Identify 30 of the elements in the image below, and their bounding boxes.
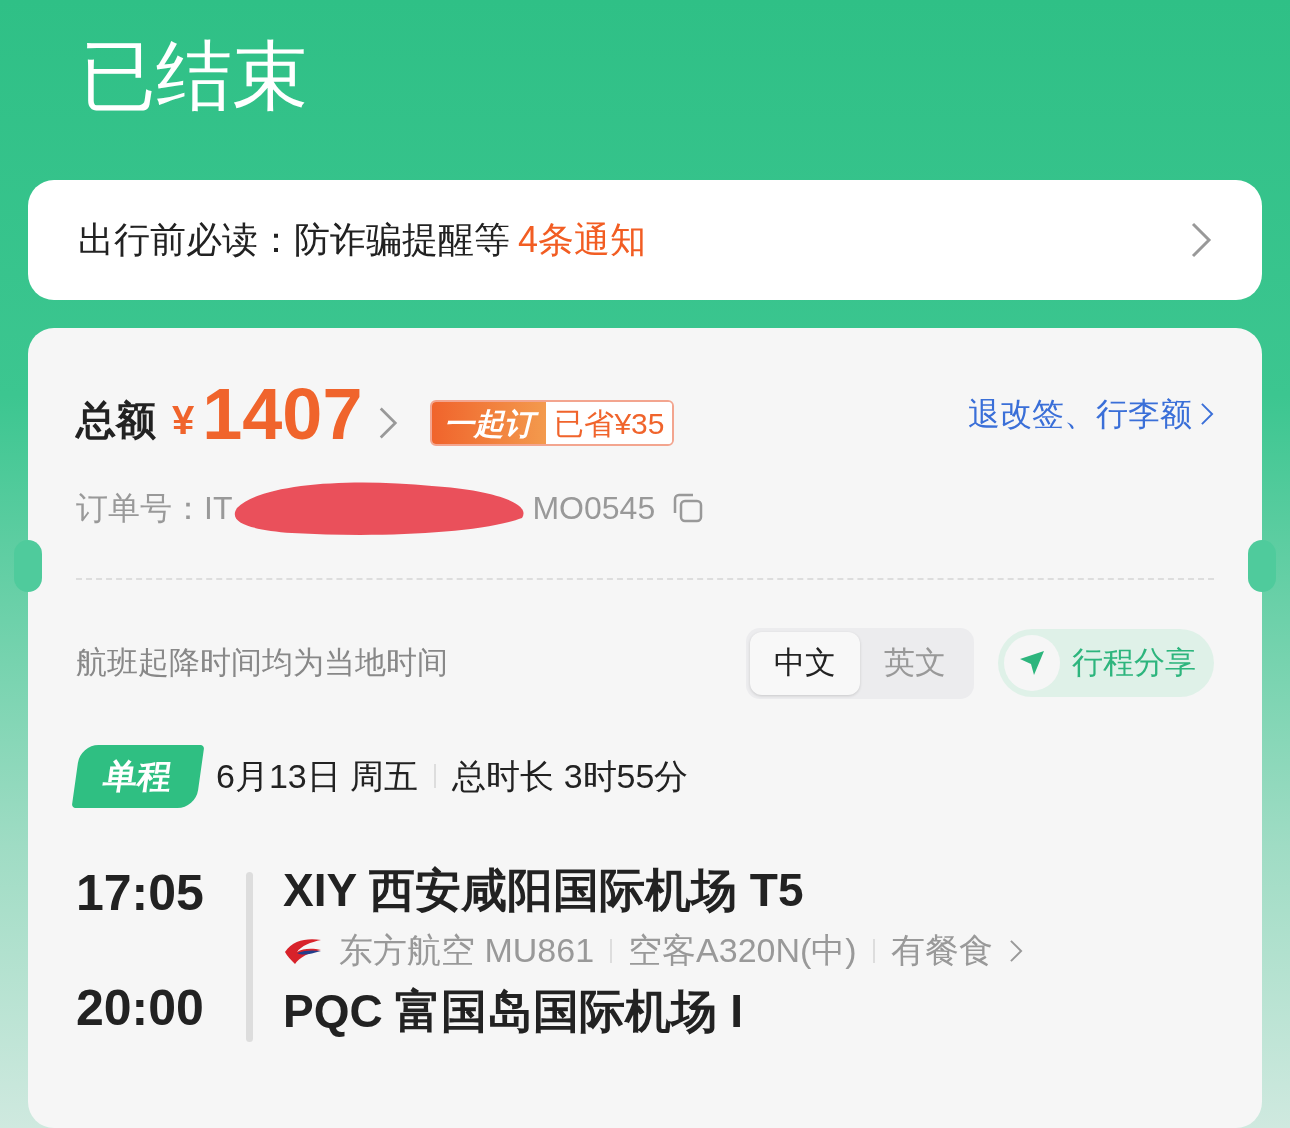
order-number: IT xyxy=(204,489,233,528)
departure-time: 17:05 xyxy=(76,863,205,923)
ticket-notch xyxy=(1248,540,1276,592)
chevron-right-icon xyxy=(1190,221,1212,259)
airline-flight: 东方航空 MU861 xyxy=(339,930,595,971)
arrival-airport: PQC 富国岛国际机场 I xyxy=(283,983,745,1039)
notice-card[interactable]: 出行前必读：防诈骗提醒等 4条通知 xyxy=(28,180,1262,300)
currency-symbol: ¥ xyxy=(172,397,195,444)
order-number-label: 订单号： xyxy=(76,489,204,528)
language-tab[interactable]: 英文 xyxy=(860,632,970,695)
arrival-time: 20:00 xyxy=(76,978,205,1038)
ticket-notch xyxy=(14,540,42,592)
share-button[interactable]: 行程分享 xyxy=(998,629,1214,698)
discount-badge: 一起订 已省¥35 xyxy=(430,400,675,446)
notice-text: 出行前必读：防诈骗提醒等 4条通知 xyxy=(78,218,647,262)
time-note: 航班起降时间均为当地时间 xyxy=(76,644,448,682)
total-label: 总额 xyxy=(76,397,156,444)
total-duration: 总时长 3时55分 xyxy=(452,755,689,797)
order-number: MO0545 xyxy=(532,489,656,528)
refund-baggage-link[interactable]: 退改签、行李额 xyxy=(968,390,1192,438)
departure-airport: XIY 西安咸阳国际机场 T5 xyxy=(283,862,805,918)
total-amount[interactable]: 1407 xyxy=(202,378,363,450)
chevron-right-icon xyxy=(1200,401,1214,427)
meal-info[interactable]: 有餐食 xyxy=(890,925,993,976)
aircraft-type: 空客A320N(中) xyxy=(628,930,857,971)
status-title: 已结束 xyxy=(79,32,309,120)
flight-date: 6月13日 周五 xyxy=(216,755,419,797)
language-tab[interactable]: 中文 xyxy=(750,632,860,695)
chevron-right-icon xyxy=(1008,937,1023,964)
one-way-tag: 单程 xyxy=(71,744,205,808)
